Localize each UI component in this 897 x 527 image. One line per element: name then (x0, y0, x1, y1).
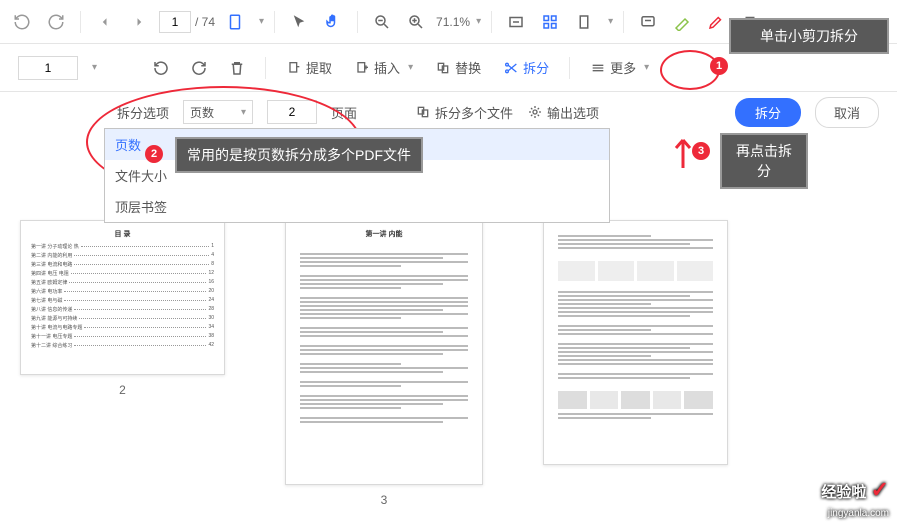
zoom-level[interactable]: 71.1%▾ (436, 15, 481, 29)
highlight-icon[interactable] (668, 8, 696, 36)
chevron-down-icon[interactable]: ▾ (608, 16, 613, 27)
extract-button[interactable]: 提取 (280, 54, 338, 81)
split-count-input[interactable] (267, 100, 317, 124)
hand-icon[interactable] (319, 8, 347, 36)
undo-icon[interactable] (8, 8, 36, 36)
pointer-icon[interactable] (285, 8, 313, 36)
prev-page-icon[interactable] (91, 8, 119, 36)
output-options-button[interactable]: 输出选项 (527, 103, 599, 122)
rotate-left-icon[interactable] (147, 54, 175, 82)
replace-button[interactable]: 替换 (429, 54, 487, 81)
fit-width-icon[interactable] (502, 8, 530, 36)
split-options-bar: 拆分选项 页数▾ 页面 拆分多个文件 输出选项 拆分 取消 (0, 92, 897, 132)
thumb-caption: 3 (381, 493, 388, 507)
zoom-out-icon[interactable] (368, 8, 396, 36)
dropdown-item-bookmark[interactable]: 顶层书签 (105, 191, 609, 222)
split-button[interactable]: 拆分 (497, 54, 555, 81)
thumbnail-page-3[interactable]: 第一讲 内能 (285, 220, 483, 485)
more-button[interactable]: 更多▾ (584, 54, 655, 81)
split-page-label: 页面 (331, 103, 357, 122)
comment-icon[interactable] (634, 8, 662, 36)
thumb-caption: 2 (119, 383, 126, 397)
split-multi-button[interactable]: 拆分多个文件 (415, 103, 513, 122)
annotation-text-3: 再点击拆分 (720, 133, 808, 189)
chevron-down-icon[interactable]: ▾ (259, 16, 264, 27)
thumbnail-icon[interactable] (536, 8, 564, 36)
next-page-icon[interactable] (125, 8, 153, 36)
page-current-input[interactable] (159, 11, 191, 33)
zoom-in-icon[interactable] (402, 8, 430, 36)
cancel-button[interactable]: 取消 (815, 97, 879, 128)
single-page-icon[interactable] (570, 8, 598, 36)
delete-icon[interactable] (223, 54, 251, 82)
pen-icon[interactable] (702, 8, 730, 36)
annotation-step-3: 3 (692, 142, 710, 160)
split-confirm-button[interactable]: 拆分 (735, 98, 801, 127)
annotation-text-1: 单击小剪刀拆分 (729, 18, 889, 54)
page-icon[interactable] (221, 8, 249, 36)
page-selector[interactable] (18, 56, 78, 80)
chevron-down-icon[interactable]: ▾ (92, 62, 97, 73)
redo-icon[interactable] (42, 8, 70, 36)
thumbnail-page-2[interactable]: 目 录 第一讲 分子动理论 热1 第二讲 内能的利用4 第三讲 电流和电路8 第… (20, 220, 225, 375)
split-options-label: 拆分选项 (117, 103, 169, 122)
annotation-step-1: 1 (710, 57, 728, 75)
split-mode-select[interactable]: 页数▾ (183, 100, 253, 124)
annotation-step-2: 2 (145, 145, 163, 163)
rotate-right-icon[interactable] (185, 54, 213, 82)
insert-button[interactable]: 插入▾ (348, 54, 419, 81)
watermark: 经验啦 ✓ jingyanla.com (821, 477, 889, 521)
annotation-text-2: 常用的是按页数拆分成多个PDF文件 (175, 137, 423, 173)
thumbnail-page-4[interactable] (543, 220, 728, 465)
thumbnail-area: 目 录 第一讲 分子动理论 热1 第二讲 内能的利用4 第三讲 电流和电路8 第… (0, 200, 897, 527)
page-total: / 74 (195, 15, 215, 29)
